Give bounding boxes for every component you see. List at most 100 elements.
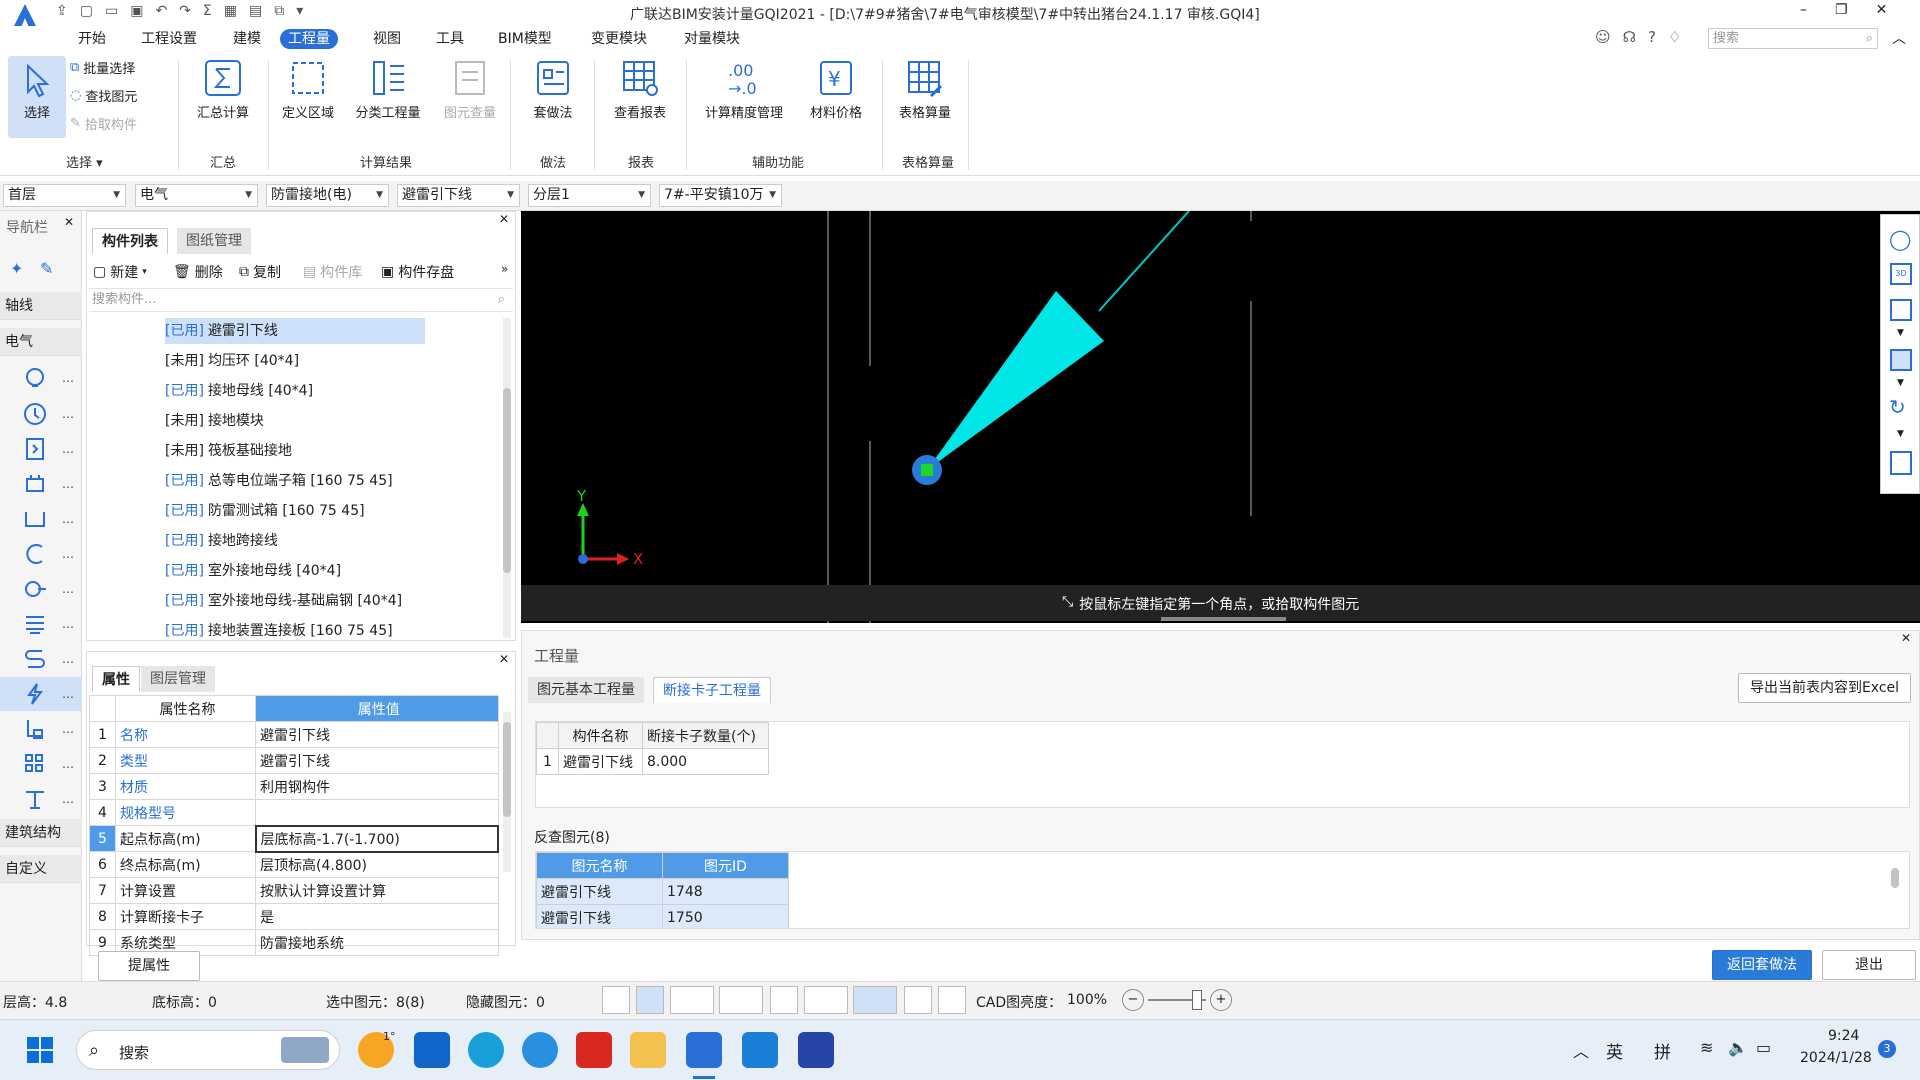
table-row[interactable]: 2 类型 避雷引下线 (89, 747, 499, 774)
file-explorer-icon[interactable] (630, 1032, 666, 1068)
exit-button[interactable]: 退出 (1822, 950, 1916, 980)
rectangle-select-icon[interactable] (670, 986, 714, 1014)
discipline-select[interactable]: 电气 ▼ (135, 184, 258, 207)
box-view-icon[interactable] (1890, 349, 1912, 371)
fixture-icon[interactable] (22, 716, 48, 742)
more-icon[interactable]: … (62, 757, 74, 771)
mail-icon[interactable] (414, 1032, 450, 1068)
more-icon[interactable]: … (62, 407, 74, 421)
snap-point-icon[interactable] (853, 986, 897, 1014)
property-value[interactable]: 层顶标高(4.800) (255, 851, 499, 878)
property-value[interactable]: 是 (255, 903, 499, 930)
list-item[interactable]: [已用] 室外接地母线-基础扁钢 [40*4] (165, 588, 402, 614)
list-item[interactable]: [未用] 筏板基础接地 (165, 438, 292, 464)
scrollbar-thumb[interactable] (1891, 868, 1899, 888)
top-view-icon[interactable] (1890, 299, 1912, 321)
table-row[interactable]: 5 起点标高(m) 层底标高-1.7(-1.700) (89, 824, 499, 853)
menu-quantity[interactable]: 工程量 (280, 29, 338, 49)
overflow-icon[interactable]: » (501, 262, 508, 276)
taskbar-search-box[interactable]: ⌕ 搜索 (76, 1030, 340, 1070)
menu-bim[interactable]: BIM模型 (490, 29, 560, 49)
chevron-down-icon[interactable]: ▼ (1897, 328, 1904, 338)
tab-basic-quantity[interactable]: 图元基本工程量 (528, 677, 644, 703)
orbit-icon[interactable]: ◯ (1889, 227, 1911, 251)
component-type-select[interactable]: 避雷引下线 ▼ (397, 184, 520, 207)
list-item[interactable]: [已用] 接地母线 [40*4] (165, 378, 313, 404)
more-icon[interactable]: … (62, 722, 74, 736)
more-icon[interactable]: … (62, 652, 74, 666)
close-icon[interactable]: ✕ (499, 652, 509, 666)
delete-component-button[interactable]: 🗑 删除 (173, 262, 223, 282)
close-icon[interactable]: ✕ (499, 212, 509, 226)
open-folder-icon[interactable]: ▭ (105, 3, 118, 19)
category-select[interactable]: 防雷接地(电) ▼ (266, 184, 389, 207)
more-icon[interactable]: … (62, 792, 74, 806)
tab-drawing-manage[interactable]: 图纸管理 (177, 228, 251, 254)
cad-layer-icon[interactable] (904, 986, 932, 1014)
switch-icon[interactable] (22, 401, 48, 427)
table-row[interactable]: 4 规格型号 (89, 799, 499, 826)
more-icon[interactable]: … (62, 547, 74, 561)
component-library-button[interactable]: ▤ 构件库 (303, 262, 362, 282)
more-icon[interactable]: … (62, 371, 74, 385)
new-file-icon[interactable]: ▢ (80, 3, 93, 19)
undo-icon[interactable]: ↶ (155, 3, 167, 19)
save-component-button[interactable]: ▣ 构件存盘 (381, 262, 454, 282)
cross-icon[interactable] (770, 986, 798, 1014)
scrollbar-thumb[interactable] (503, 722, 511, 817)
scrollbar-thumb[interactable] (503, 388, 511, 573)
help-icon[interactable]: ? (1648, 28, 1656, 46)
apply-method-button[interactable]: 套做法 (520, 58, 586, 121)
menu-view[interactable]: 视图 (365, 29, 409, 49)
property-value[interactable]: 避雷引下线 (255, 721, 499, 748)
pick-component-button[interactable]: ✎ 拾取构件 (70, 114, 137, 133)
new-component-button[interactable]: ▢ 新建 ▾ (93, 262, 147, 282)
windows-start-icon[interactable] (27, 1037, 54, 1064)
edge-browser-icon[interactable] (468, 1032, 504, 1068)
tab-attributes[interactable]: 属性 (92, 666, 140, 692)
grid-icon[interactable]: ▦ (224, 3, 237, 19)
more-icon[interactable]: … (62, 442, 74, 456)
lamp-icon[interactable] (22, 366, 48, 392)
more-icon[interactable]: … (62, 477, 74, 491)
list-item[interactable]: [已用] 总等电位端子箱 [160 75 45] (165, 468, 393, 494)
property-value[interactable]: 利用钢构件 (255, 773, 499, 800)
table-row[interactable]: 6 终点标高(m) 层顶标高(4.800) (89, 851, 499, 878)
view-report-button[interactable]: 查看报表 (604, 58, 676, 121)
cable-icon[interactable] (22, 541, 48, 567)
define-region-button[interactable]: 定义区域 (275, 58, 341, 121)
edit-icon[interactable]: ✎ (40, 259, 53, 278)
table-icon[interactable]: ▤ (249, 3, 262, 19)
minimize-icon[interactable]: – (1800, 2, 1807, 18)
component-search-input[interactable]: 搜索构件... ⌕ (89, 288, 513, 312)
drawing-select[interactable]: 7#-平安镇10万 ▼ (659, 184, 782, 207)
element-check-button[interactable]: 图元查量 (437, 58, 503, 121)
list-item[interactable]: [已用] 接地装置连接板 [160 75 45] (165, 618, 393, 644)
chevron-down-icon[interactable]: ▼ (1897, 378, 1904, 388)
extract-attributes-button[interactable]: 提属性 (98, 951, 200, 981)
chevron-down-icon[interactable]: ▼ (1897, 429, 1904, 439)
chevron-up-icon[interactable]: ︿ (1573, 1038, 1589, 1062)
angle-icon[interactable] (804, 986, 848, 1014)
volume-icon[interactable]: 🔈 (1728, 1038, 1748, 1057)
socket-icon[interactable] (22, 471, 48, 497)
brightness-slider-handle[interactable] (1192, 990, 1202, 1010)
panel-box-icon[interactable] (22, 436, 48, 462)
battery-icon[interactable]: ▭ (1756, 1038, 1771, 1057)
conduit-icon[interactable] (22, 576, 48, 602)
tab-component-list[interactable]: 构件列表 (92, 228, 168, 254)
sum-calc-button[interactable]: 汇总计算 (188, 58, 258, 121)
menu-change[interactable]: 变更模块 (583, 29, 655, 49)
budget-app-icon[interactable] (742, 1032, 778, 1068)
drawing-canvas[interactable]: Y X (521, 210, 1920, 623)
list-item[interactable]: [已用] 避雷引下线 (165, 318, 425, 344)
wiring-icon[interactable] (22, 611, 48, 637)
lightning-icon[interactable] (22, 681, 48, 707)
return-method-button[interactable]: 返回套做法 (1712, 950, 1812, 980)
nav-section-custom[interactable]: 自定义 (0, 855, 82, 883)
rotate-icon[interactable]: ↻ (1889, 395, 1906, 419)
property-value[interactable]: 避雷引下线 (255, 747, 499, 774)
more-icon[interactable]: … (62, 582, 74, 596)
notification-badge[interactable]: 3 (1878, 1040, 1896, 1058)
property-value[interactable]: 防雷接地系统 (255, 929, 499, 956)
